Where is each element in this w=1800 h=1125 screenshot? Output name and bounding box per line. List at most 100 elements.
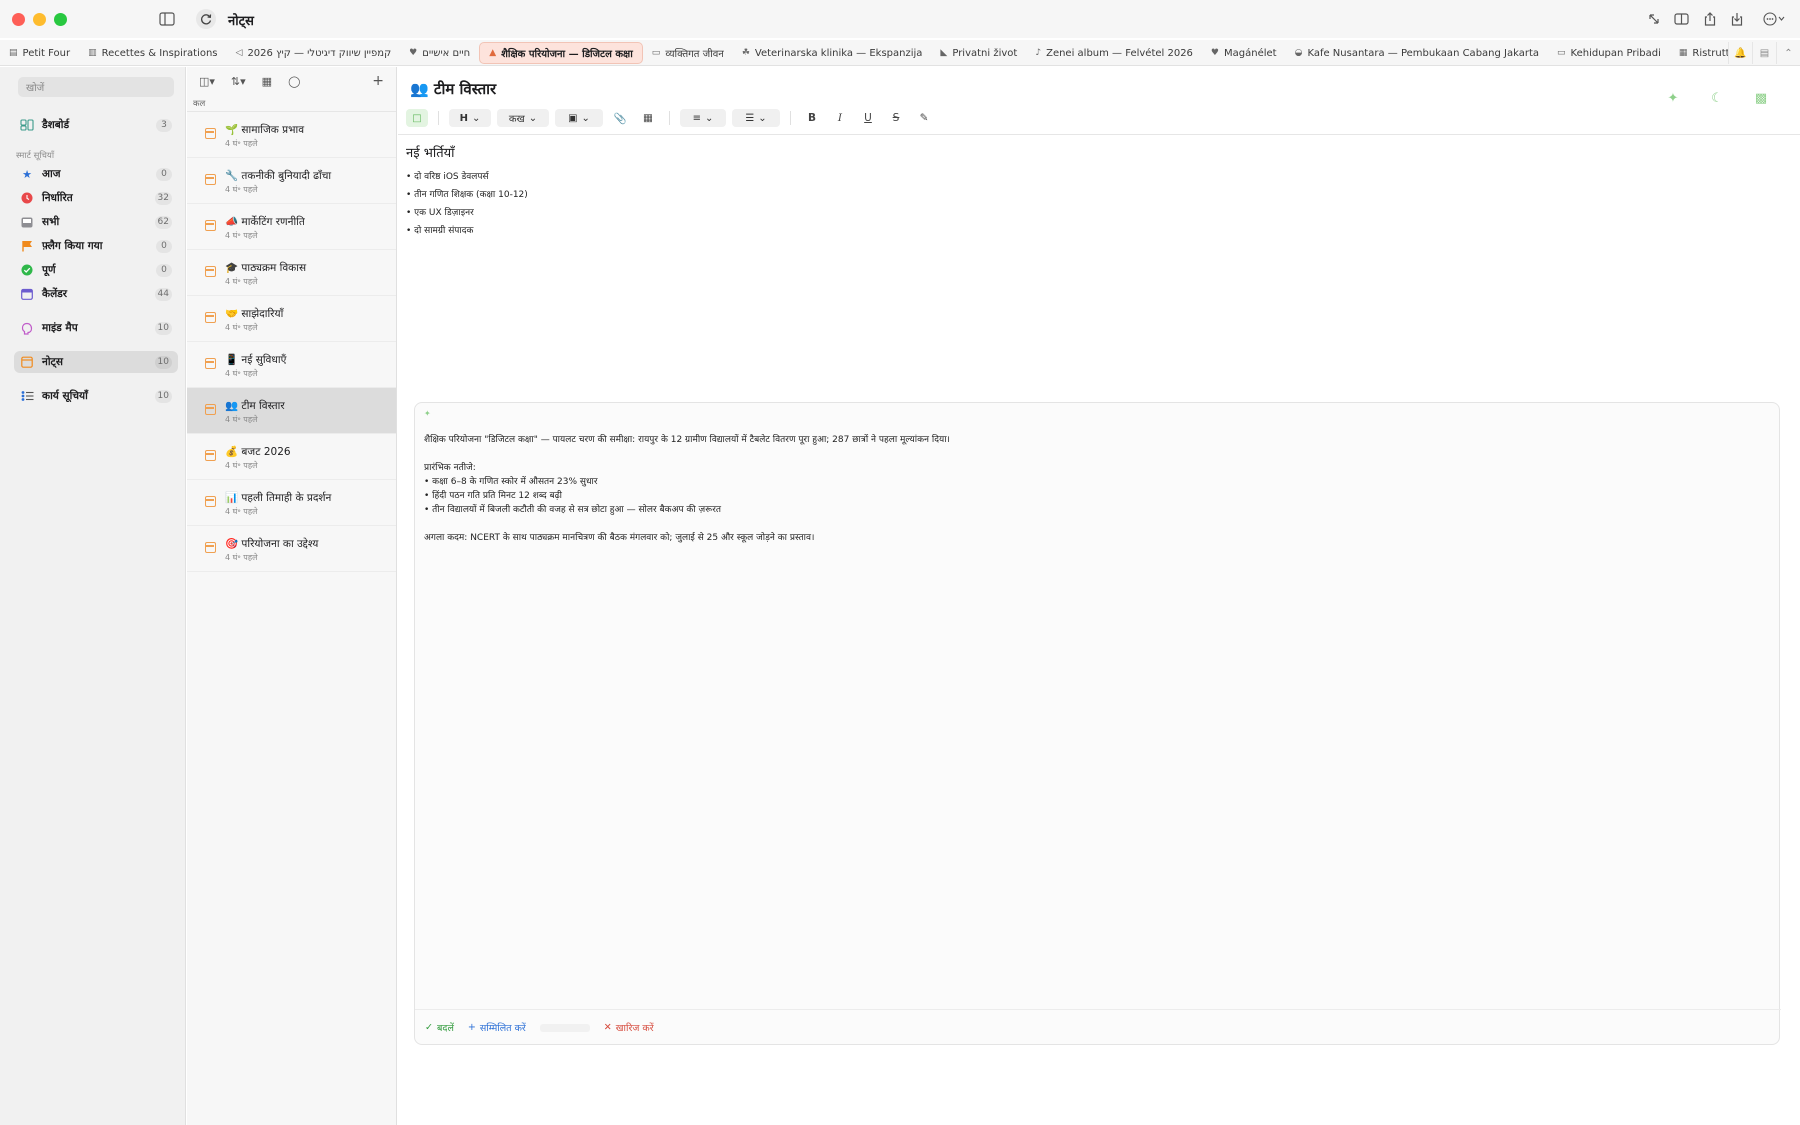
- add-note-icon[interactable]: +: [372, 73, 384, 89]
- ai-line-spacer: [424, 447, 950, 461]
- note-list-item[interactable]: 🤝 साझेदारियाँ 4 घं॰ पहले: [187, 296, 396, 342]
- bell-icon[interactable]: 🔔: [1728, 42, 1752, 64]
- sparkle-icon[interactable]: ✦: [1662, 87, 1684, 109]
- more-options-icon[interactable]: [1762, 10, 1788, 28]
- checkmark-circle-icon[interactable]: ◯: [288, 75, 300, 88]
- tab-11[interactable]: ▭ Kehidupan Pribadi: [1548, 42, 1670, 64]
- highlight-pen-icon[interactable]: ✎: [913, 109, 935, 127]
- tab-bar-controls: 🔔 ▤ ⌃: [1728, 40, 1800, 65]
- tab-5[interactable]: ▭ व्यक्तिगत जीवन: [643, 42, 733, 64]
- sidebar-item-dashboard[interactable]: डैशबोर्ड 3: [14, 114, 178, 136]
- note-list-item-time: 4 घं॰ पहले: [225, 415, 258, 424]
- note-list-item[interactable]: 📱 नई सुविधाएँ 4 घं॰ पहले: [187, 342, 396, 388]
- tab-label: Privatni život: [952, 47, 1018, 59]
- list-dropdown[interactable]: ☰ ⌄: [732, 109, 780, 127]
- tab-10[interactable]: ◒ Kafe Nusantara — Pembukaan Cabang Jakar…: [1286, 42, 1548, 64]
- sidebar-item-count: 44: [154, 287, 172, 301]
- zoom-window-button[interactable]: [54, 13, 67, 26]
- table-icon[interactable]: ▦: [637, 109, 659, 127]
- font-dropdown[interactable]: कख ⌄: [497, 109, 549, 127]
- tab-4[interactable]: ▲ शैक्षिक परियोजना — डिजिटल कक्षा: [479, 42, 643, 64]
- sidebar-item-all[interactable]: सभी 62: [14, 211, 178, 233]
- chevron-down-icon: ⌄: [705, 112, 714, 124]
- sidebar-item-today[interactable]: ★ आज 0: [14, 163, 178, 185]
- sidebar-item-task-lists[interactable]: कार्य सूचियाँ 10: [14, 385, 178, 407]
- note-title[interactable]: 👥 टीम विस्तार: [410, 79, 496, 99]
- replace-button[interactable]: ✓ बदलें: [425, 1021, 454, 1034]
- note-body[interactable]: नई भर्तियाँ • दो वरिष्ठ iOS डेवलपर्स • त…: [406, 143, 528, 241]
- heading-dropdown[interactable]: H ⌄: [449, 109, 491, 127]
- sidebar-item-count: 10: [154, 389, 172, 403]
- tab-8[interactable]: ♪ Zenei album — Felvétel 2026: [1026, 42, 1202, 64]
- disabled-action-placeholder: [539, 1023, 590, 1032]
- insert-button[interactable]: + सम्मिलित करें: [468, 1021, 526, 1034]
- align-dropdown[interactable]: ≡ ⌄: [680, 109, 726, 127]
- strikethrough-icon[interactable]: S: [885, 109, 907, 127]
- italic-icon[interactable]: I: [829, 109, 851, 127]
- brain-icon[interactable]: ☾: [1706, 87, 1728, 109]
- sync-icon[interactable]: [196, 9, 216, 29]
- view-mode-icon[interactable]: ▦: [262, 75, 272, 88]
- sidebar-toggle-icon[interactable]: [158, 10, 176, 28]
- sidebar-item-notes[interactable]: नोट्स 10: [14, 351, 178, 373]
- sidebar-item-label: नोट्स: [42, 356, 63, 368]
- calendar-icon: [205, 358, 216, 369]
- note-list-item[interactable]: 🎯 परियोजना का उद्देश्य 4 घं॰ पहले: [187, 526, 396, 572]
- note-list-item-title: 📱 नई सुविधाएँ: [225, 354, 287, 366]
- tab-6[interactable]: ☘ Veterinarska klinika — Ekspanzija: [733, 42, 932, 64]
- tab-2[interactable]: ◁ קמפיין שיווק דיגיטלי — קיץ 2026: [227, 42, 401, 64]
- note-list-item[interactable]: 🎓 पाठ्यक्रम विकास 4 घं॰ पहले: [187, 250, 396, 296]
- ai-line: प्रारंभिक नतीजे:: [424, 463, 476, 473]
- translate-icon[interactable]: ▩: [1750, 87, 1772, 109]
- note-list-item-time: 4 घं॰ पहले: [225, 231, 258, 240]
- note-icon: [20, 355, 34, 369]
- filter-icon[interactable]: ◫▾: [199, 75, 215, 88]
- note-list-item[interactable]: 🌱 सामाजिक प्रभाव 4 घं॰ पहले: [187, 112, 396, 158]
- ai-suggestion-text[interactable]: शैक्षिक परियोजना "डिजिटल कक्षा" — पायलट …: [424, 433, 950, 545]
- paw-icon: ☘: [741, 48, 750, 58]
- replace-label: बदलें: [436, 1023, 454, 1034]
- tab-3[interactable]: ♥ חיים אישיים: [400, 42, 479, 64]
- sidebar-item-completed[interactable]: पूर्ण 0: [14, 259, 178, 281]
- list-item: • दो वरिष्ठ iOS डेवलपर्स: [406, 172, 489, 182]
- share-icon[interactable]: [1701, 10, 1719, 28]
- title-bar: नोट्स: [0, 0, 1800, 38]
- document-icon[interactable]: □: [406, 109, 428, 127]
- close-window-button[interactable]: [12, 13, 25, 26]
- minimize-window-button[interactable]: [33, 13, 46, 26]
- attachment-icon[interactable]: 📎: [609, 109, 631, 127]
- bold-icon[interactable]: B: [801, 109, 823, 127]
- note-list-item[interactable]: 🔧 तकनीकी बुनियादी ढाँचा 4 घं॰ पहले: [187, 158, 396, 204]
- note-list-item[interactable]: 💰 बजट 2026 4 घं॰ पहले: [187, 434, 396, 480]
- note-list-item[interactable]: 📣 मार्केटिंग रणनीति 4 घं॰ पहले: [187, 204, 396, 250]
- underline-icon[interactable]: U: [857, 109, 879, 127]
- sidebar-item-flagged[interactable]: फ़्लैग किया गया 0: [14, 235, 178, 257]
- note-list-item-time: 4 घं॰ पहले: [225, 369, 258, 378]
- sidebar-item-scheduled[interactable]: निर्धारित 32: [14, 187, 178, 209]
- tab-0[interactable]: ▤ Petit Four: [0, 42, 79, 64]
- export-icon[interactable]: [1728, 10, 1746, 28]
- tab-bar: ▤ Petit Four ▥ Recettes & Inspirations ◁ קמפי…: [0, 40, 1800, 66]
- sidebar-item-mind-map[interactable]: माइंड मैप 10: [14, 317, 178, 339]
- image-dropdown[interactable]: ▣ ⌄: [555, 109, 603, 127]
- layout-icon[interactable]: ▤: [1752, 42, 1776, 64]
- note-list-item[interactable]: 👥 टीम विस्तार 4 घं॰ पहले: [187, 388, 396, 434]
- window-title: नोट्स: [228, 14, 254, 29]
- tab-label: Zenei album — Felvétel 2026: [1046, 47, 1193, 59]
- note-list-item-time: 4 घं॰ पहले: [225, 461, 258, 470]
- checklist-icon: [20, 389, 34, 403]
- note-list-item[interactable]: 📊 पहली तिमाही के प्रदर्शन 4 घं॰ पहले: [187, 480, 396, 526]
- megaphone-icon: ◁: [235, 48, 243, 58]
- sort-icon[interactable]: ⇅▾: [231, 75, 246, 88]
- chevron-up-icon[interactable]: ⌃: [1776, 42, 1800, 64]
- star-icon: ★: [22, 167, 32, 181]
- sidebar-item-calendar[interactable]: कैलेंडर 44: [14, 283, 178, 305]
- search-input[interactable]: खोजें: [18, 77, 174, 97]
- discard-button[interactable]: ✕ खारिज करें: [604, 1021, 654, 1034]
- tab-9[interactable]: ♥ Magánélet: [1202, 42, 1286, 64]
- split-view-icon[interactable]: [1672, 10, 1690, 28]
- tab-label: शैक्षिक परियोजना — डिजिटल कक्षा: [501, 49, 633, 60]
- expand-icon[interactable]: [1645, 10, 1663, 28]
- tab-1[interactable]: ▥ Recettes & Inspirations: [79, 42, 226, 64]
- tab-7[interactable]: ◣ Privatni život: [931, 42, 1026, 64]
